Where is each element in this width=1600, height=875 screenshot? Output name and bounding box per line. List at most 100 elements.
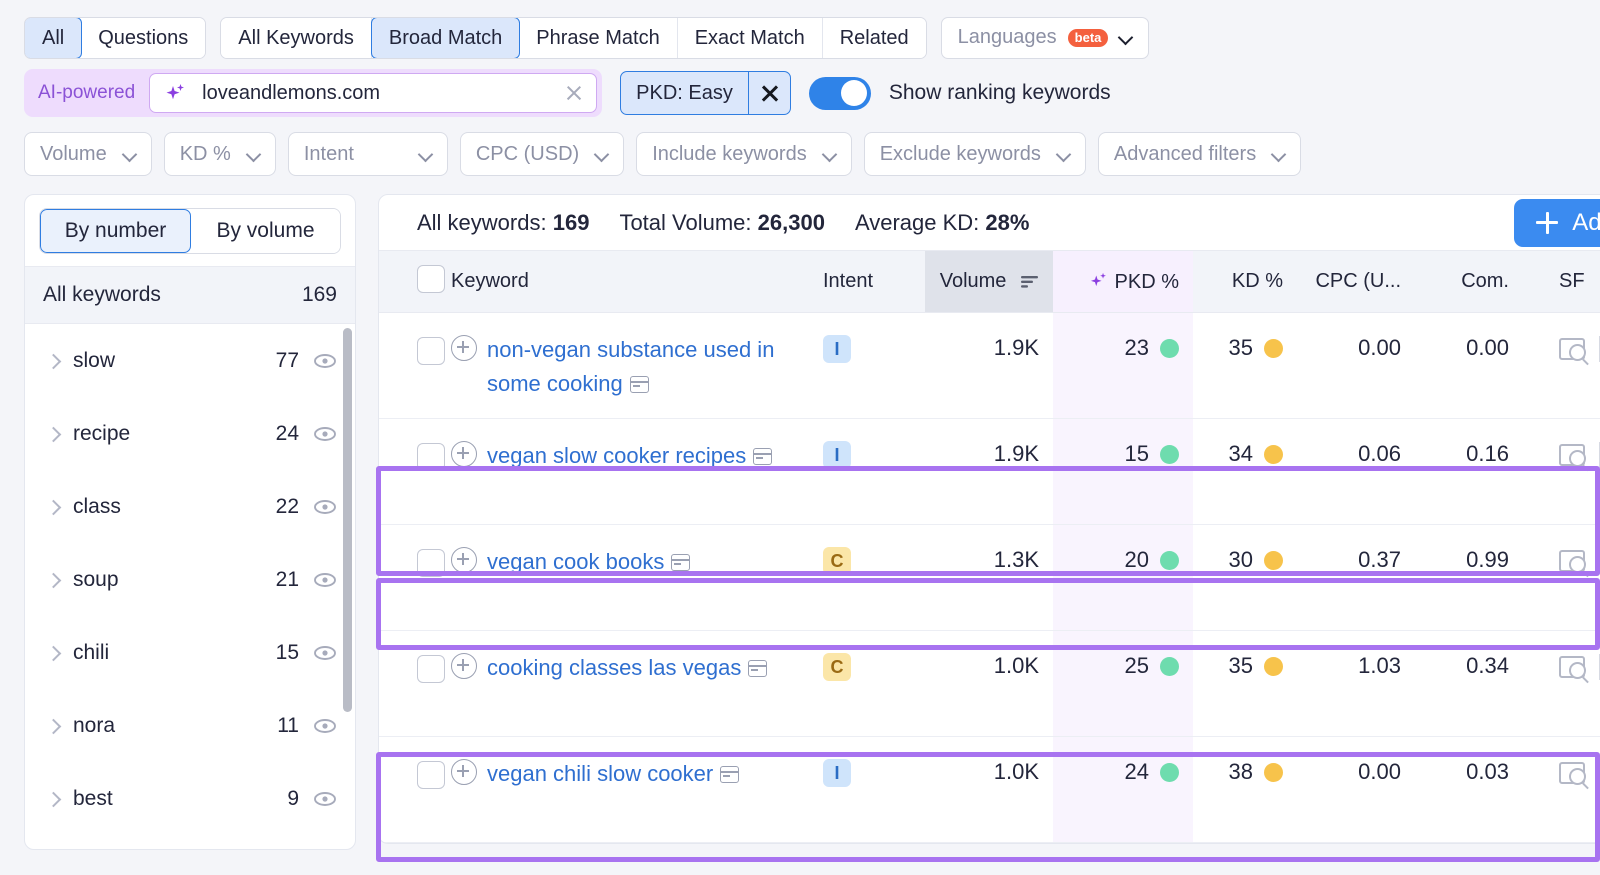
table-row[interactable]: vegan slow cooker recipes I 1.9K 15 34 0… <box>379 419 1600 525</box>
tab-all[interactable]: All <box>24 17 82 59</box>
table-row[interactable]: non-vegan substance used in some cooking… <box>379 313 1600 419</box>
column-keyword[interactable]: Keyword <box>451 251 809 313</box>
column-pkd[interactable]: PKD % <box>1053 251 1193 313</box>
column-kd[interactable]: KD % <box>1193 251 1297 313</box>
serp-features-icon[interactable] <box>720 766 739 783</box>
eye-icon[interactable] <box>313 714 337 738</box>
eye-icon[interactable] <box>313 349 337 373</box>
table-row[interactable]: vegan cook books C 1.3K 20 30 0.37 0.99 <box>379 525 1600 631</box>
column-cpc[interactable]: CPC (U... <box>1297 251 1415 313</box>
languages-dropdown[interactable]: Languages beta <box>941 17 1150 59</box>
keyword-link[interactable]: vegan chili slow cooker <box>487 757 739 791</box>
filter-volume[interactable]: Volume <box>24 132 152 176</box>
serp-preview-icon[interactable] <box>1559 762 1585 784</box>
pkd-filter-chip[interactable]: PKD: Easy <box>620 71 791 115</box>
table-row[interactable]: vegan chili slow cooker I 1.0K 24 38 0.0… <box>379 737 1600 843</box>
keyword-link[interactable]: non-vegan substance used in some cooking <box>487 333 795 401</box>
serp-preview-icon[interactable] <box>1559 338 1585 360</box>
pkd-chip-close-icon[interactable] <box>748 72 790 114</box>
chevron-right-icon[interactable] <box>47 574 59 586</box>
chevron-right-icon[interactable] <box>47 428 59 440</box>
sidebar-item-nora[interactable]: nora 11 <box>25 689 355 762</box>
chevron-right-icon[interactable] <box>47 647 59 659</box>
cpc-value: 0.00 <box>1311 313 1401 361</box>
intent-badge[interactable]: I <box>823 441 851 469</box>
sidebar-item-chili[interactable]: chili 15 <box>25 616 355 689</box>
row-checkbox[interactable] <box>417 655 445 683</box>
add-keyword-icon[interactable] <box>451 335 477 361</box>
row-checkbox[interactable] <box>417 443 445 471</box>
kd-status-dot <box>1264 445 1283 464</box>
intent-badge[interactable]: C <box>823 547 851 575</box>
serp-preview-icon[interactable] <box>1559 444 1585 466</box>
sidebar-item-best[interactable]: best 9 <box>25 762 355 835</box>
add-keyword-icon[interactable] <box>451 441 477 467</box>
column-intent[interactable]: Intent <box>809 251 925 313</box>
domain-input-wrapper[interactable]: loveandlemons.com <box>149 73 597 113</box>
serp-features-icon[interactable] <box>753 448 772 465</box>
add-keyword-icon[interactable] <box>451 653 477 679</box>
eye-icon[interactable] <box>313 568 337 592</box>
volume-value: 1.0K <box>939 737 1039 785</box>
chevron-right-icon[interactable] <box>47 501 59 513</box>
sort-by-volume-button[interactable]: By volume <box>191 209 340 253</box>
table-row[interactable]: cooking classes las vegas C 1.0K 25 35 1… <box>379 631 1600 737</box>
add-keyword-icon[interactable] <box>451 759 477 785</box>
tab-phrase-match[interactable]: Phrase Match <box>519 18 677 58</box>
column-com[interactable]: Com. <box>1415 251 1523 313</box>
filter-advanced[interactable]: Advanced filters <box>1098 132 1301 176</box>
intent-badge[interactable]: I <box>823 759 851 787</box>
column-sf[interactable]: SF <box>1523 251 1600 313</box>
sidebar-item-soup[interactable]: soup 21 <box>25 543 355 616</box>
row-sf-cell: 6 <box>1523 313 1600 419</box>
intent-badge[interactable]: C <box>823 653 851 681</box>
filter-exclude-keywords[interactable]: Exclude keywords <box>864 132 1086 176</box>
sidebar-all-keywords-row[interactable]: All keywords 169 <box>25 266 355 324</box>
serp-preview-icon[interactable] <box>1559 550 1585 572</box>
row-checkbox[interactable] <box>417 549 445 577</box>
serp-features-icon[interactable] <box>671 554 690 571</box>
chevron-right-icon[interactable] <box>47 355 59 367</box>
eye-icon[interactable] <box>313 787 337 811</box>
row-checkbox[interactable] <box>417 337 445 365</box>
row-checkbox[interactable] <box>417 761 445 789</box>
intent-badge[interactable]: I <box>823 335 851 363</box>
tab-related[interactable]: Related <box>823 18 926 58</box>
chevron-right-icon[interactable] <box>47 720 59 732</box>
keyword-link[interactable]: cooking classes las vegas <box>487 651 767 685</box>
column-volume[interactable]: Volume <box>925 251 1053 313</box>
show-ranking-keywords-toggle[interactable] <box>809 77 871 110</box>
clear-domain-icon[interactable] <box>564 83 584 103</box>
filter-kd[interactable]: KD % <box>164 132 276 176</box>
sidebar-item-recipe[interactable]: recipe 24 <box>25 397 355 470</box>
sort-by-number-button[interactable]: By number <box>40 209 191 253</box>
eye-icon[interactable] <box>313 495 337 519</box>
sidebar-scrollbar-thumb[interactable] <box>343 328 352 712</box>
serp-preview-icon[interactable] <box>1559 656 1585 678</box>
filter-include-keywords[interactable]: Include keywords <box>636 132 852 176</box>
filter-kd-label: KD % <box>180 143 231 166</box>
tab-broad-match[interactable]: Broad Match <box>371 17 520 59</box>
keyword-link[interactable]: vegan slow cooker recipes <box>487 439 772 473</box>
keyword-link[interactable]: vegan cook books <box>487 545 690 579</box>
filter-cpc[interactable]: CPC (USD) <box>460 132 624 176</box>
filter-intent[interactable]: Intent <box>288 132 448 176</box>
serp-features-icon[interactable] <box>630 376 649 393</box>
add-keyword-icon[interactable] <box>451 547 477 573</box>
sidebar-item-class[interactable]: class 22 <box>25 470 355 543</box>
serp-features-icon[interactable] <box>748 660 767 677</box>
tab-exact-match[interactable]: Exact Match <box>678 18 823 58</box>
chevron-right-icon[interactable] <box>47 793 59 805</box>
eye-icon[interactable] <box>313 641 337 665</box>
eye-icon[interactable] <box>313 422 337 446</box>
select-all-checkbox[interactable] <box>417 265 445 293</box>
sidebar-item-slow[interactable]: slow 77 <box>25 324 355 397</box>
add-to-list-button[interactable]: Add <box>1514 199 1600 247</box>
com-value: 0.03 <box>1429 737 1509 785</box>
tab-questions[interactable]: Questions <box>81 18 205 58</box>
row-checkbox-cell <box>379 419 451 525</box>
domain-input-value[interactable]: loveandlemons.com <box>202 82 550 105</box>
filter-intent-label: Intent <box>304 143 354 166</box>
volume-value: 1.9K <box>939 419 1039 467</box>
tab-all-keywords[interactable]: All Keywords <box>221 18 372 58</box>
